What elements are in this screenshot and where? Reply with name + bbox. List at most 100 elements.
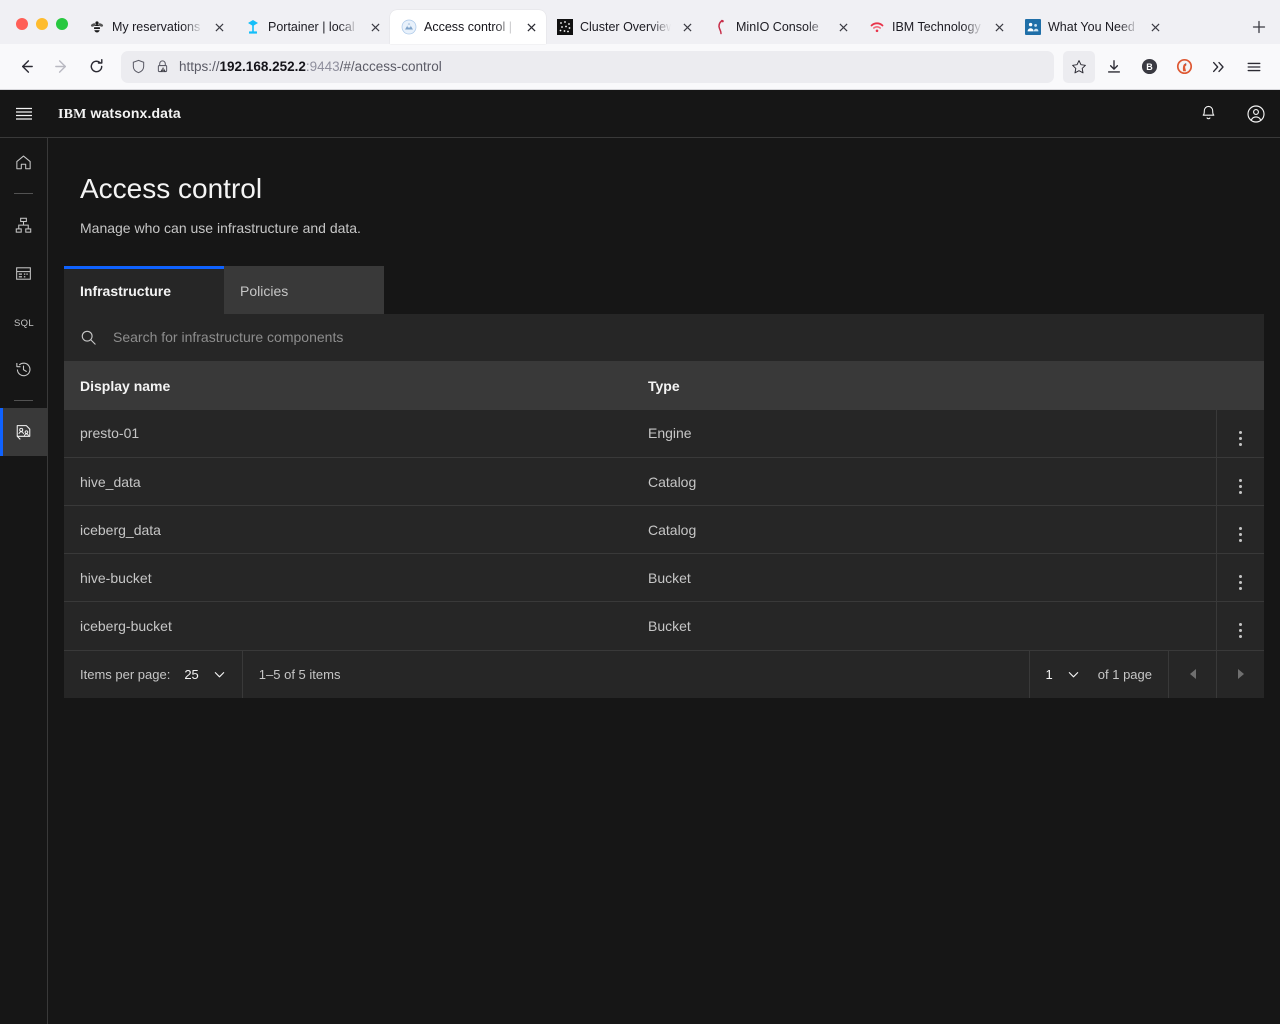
table-row[interactable]: presto-01 Engine [64, 409, 1264, 458]
bookmark-star-icon[interactable] [1063, 50, 1095, 83]
maximize-window-button[interactable] [56, 18, 68, 30]
row-overflow-menu-button[interactable] [1215, 601, 1264, 650]
sidebar-item-data-manager[interactable] [0, 249, 47, 297]
svg-text:B: B [1146, 62, 1153, 72]
column-header-actions [1216, 361, 1264, 410]
sql-icon: SQL [12, 312, 36, 331]
history-icon [14, 360, 33, 379]
address-bar[interactable]: https://192.168.252.2:9443/#/access-cont… [121, 50, 1054, 83]
row-overflow-menu-button[interactable] [1215, 505, 1264, 554]
bee-icon [89, 19, 105, 35]
bitwarden-extension-icon[interactable]: B [1133, 51, 1165, 83]
hierarchy-icon [14, 216, 33, 235]
search-icon [80, 329, 97, 346]
table-row[interactable]: iceberg-bucket Bucket [64, 601, 1264, 650]
column-header-display-name[interactable]: Display name [64, 361, 632, 410]
items-per-page-select[interactable]: 25 [184, 667, 225, 682]
browser-tab-portainer[interactable]: Portainer | local [234, 10, 390, 44]
browser-tab-my-reservations[interactable]: My reservations [78, 10, 234, 44]
page-number-group: 1 of 1 page [1028, 650, 1168, 698]
sidebar-item-home[interactable] [0, 138, 47, 186]
sidebar-item-infrastructure[interactable] [0, 201, 47, 249]
browser-menu-icon[interactable] [1238, 51, 1270, 83]
row-overflow-menu-button[interactable] [1215, 457, 1264, 506]
previous-page-button[interactable] [1168, 650, 1216, 699]
portainer-icon [245, 19, 261, 35]
main-content: Access control Manage who can use infras… [48, 138, 1280, 1024]
column-header-type[interactable]: Type [632, 361, 1216, 410]
sidebar-item-access-control[interactable] [0, 408, 47, 456]
table-pagination: Items per page: 25 1–5 of 5 items 1 of 1… [64, 649, 1264, 699]
table-row[interactable]: hive_data Catalog [64, 457, 1264, 506]
tab-title: My reservations [112, 20, 201, 34]
items-per-page-label: Items per page: [80, 666, 171, 682]
back-button[interactable] [10, 51, 42, 83]
search-input[interactable] [113, 329, 1248, 346]
tab-label: Infrastructure [80, 283, 172, 300]
browser-window: My reservations Portainer | local Access… [0, 0, 1280, 1024]
tab-title: IBM Technology Zo [892, 20, 983, 34]
main-menu-icon[interactable] [0, 90, 48, 138]
close-tab-button[interactable] [834, 18, 852, 36]
table-header-row: Display name Type [64, 361, 1264, 410]
close-tab-button[interactable] [210, 18, 228, 36]
browser-tab-cluster-overview[interactable]: Cluster Overview - [546, 10, 702, 44]
new-tab-button[interactable] [1244, 12, 1274, 42]
row-overflow-menu-button[interactable] [1215, 553, 1264, 602]
extensions-overflow-button[interactable] [1203, 51, 1235, 83]
page-number-select[interactable]: 1 [1046, 667, 1080, 682]
row-overflow-menu-button[interactable] [1215, 409, 1264, 458]
close-tab-button[interactable] [366, 18, 384, 36]
forward-button[interactable] [45, 51, 77, 83]
browser-tab-what-you-need-to[interactable]: What You Need To [1014, 10, 1170, 44]
bell-icon[interactable] [1184, 90, 1232, 138]
download-icon[interactable] [1098, 51, 1130, 83]
cell-display-name: hive-bucket [64, 553, 632, 602]
brand-name: watsonx.data [90, 104, 181, 121]
sidebar-item-query-history[interactable] [0, 345, 47, 393]
browser-tab-ibm-technology-zone[interactable]: IBM Technology Zo [858, 10, 1014, 44]
tab-title: Portainer | local [268, 20, 355, 34]
cell-type: Catalog [632, 457, 1216, 506]
cell-type: Bucket [632, 553, 1216, 602]
sidebar-item-sql-workspace[interactable]: SQL [0, 297, 47, 345]
cell-display-name: iceberg-bucket [64, 601, 632, 650]
cell-display-name: iceberg_data [64, 505, 632, 554]
reload-button[interactable] [80, 51, 112, 83]
close-tab-button[interactable] [990, 18, 1008, 36]
page-title: Access control [80, 173, 263, 204]
tab-policies[interactable]: Policies [224, 265, 384, 314]
watsonx-data-app: IBM watsonx.data SQL Access control Mana… [0, 90, 1280, 1024]
cell-type: Catalog [632, 505, 1216, 554]
table-row[interactable]: iceberg_data Catalog [64, 505, 1264, 554]
browser-tab-bar: My reservations Portainer | local Access… [0, 0, 1280, 44]
shield-icon[interactable] [131, 59, 146, 74]
svg-text:SQL: SQL [14, 317, 34, 328]
page-total-text: of 1 page [1097, 666, 1152, 682]
lock-warning-icon[interactable] [155, 59, 170, 74]
browser-tab-access-control[interactable]: Access control | IBM [390, 10, 546, 44]
close-tab-button[interactable] [678, 18, 696, 36]
caret-left-icon [1189, 669, 1196, 680]
overflow-menu-icon [1238, 527, 1242, 543]
browser-navigation-bar: https://192.168.252.2:9443/#/access-cont… [0, 44, 1280, 90]
minio-icon [713, 19, 729, 35]
page-header: Access control Manage who can use infras… [48, 138, 1280, 266]
close-window-button[interactable] [16, 18, 28, 30]
duckduckgo-extension-icon[interactable] [1168, 51, 1200, 83]
next-page-button[interactable] [1216, 650, 1264, 699]
overflow-menu-icon [1238, 623, 1242, 639]
infrastructure-table: Display name Type presto-01 Engine hive_… [64, 361, 1264, 650]
cell-type: Bucket [632, 601, 1216, 650]
close-tab-button[interactable] [522, 18, 540, 36]
browser-tab-minio-console[interactable]: MinIO Console [702, 10, 858, 44]
tab-title: MinIO Console [736, 20, 819, 34]
app-body: SQL Access control Manage who can use in… [0, 138, 1280, 1024]
app-brand[interactable]: IBM watsonx.data [48, 105, 181, 123]
table-row[interactable]: hive-bucket Bucket [64, 553, 1264, 602]
user-avatar-icon[interactable] [1232, 90, 1280, 138]
minimize-window-button[interactable] [36, 18, 48, 30]
page-subtitle: Manage who can use infrastructure and da… [80, 219, 361, 236]
close-tab-button[interactable] [1146, 18, 1164, 36]
tab-infrastructure[interactable]: Infrastructure [64, 265, 224, 314]
